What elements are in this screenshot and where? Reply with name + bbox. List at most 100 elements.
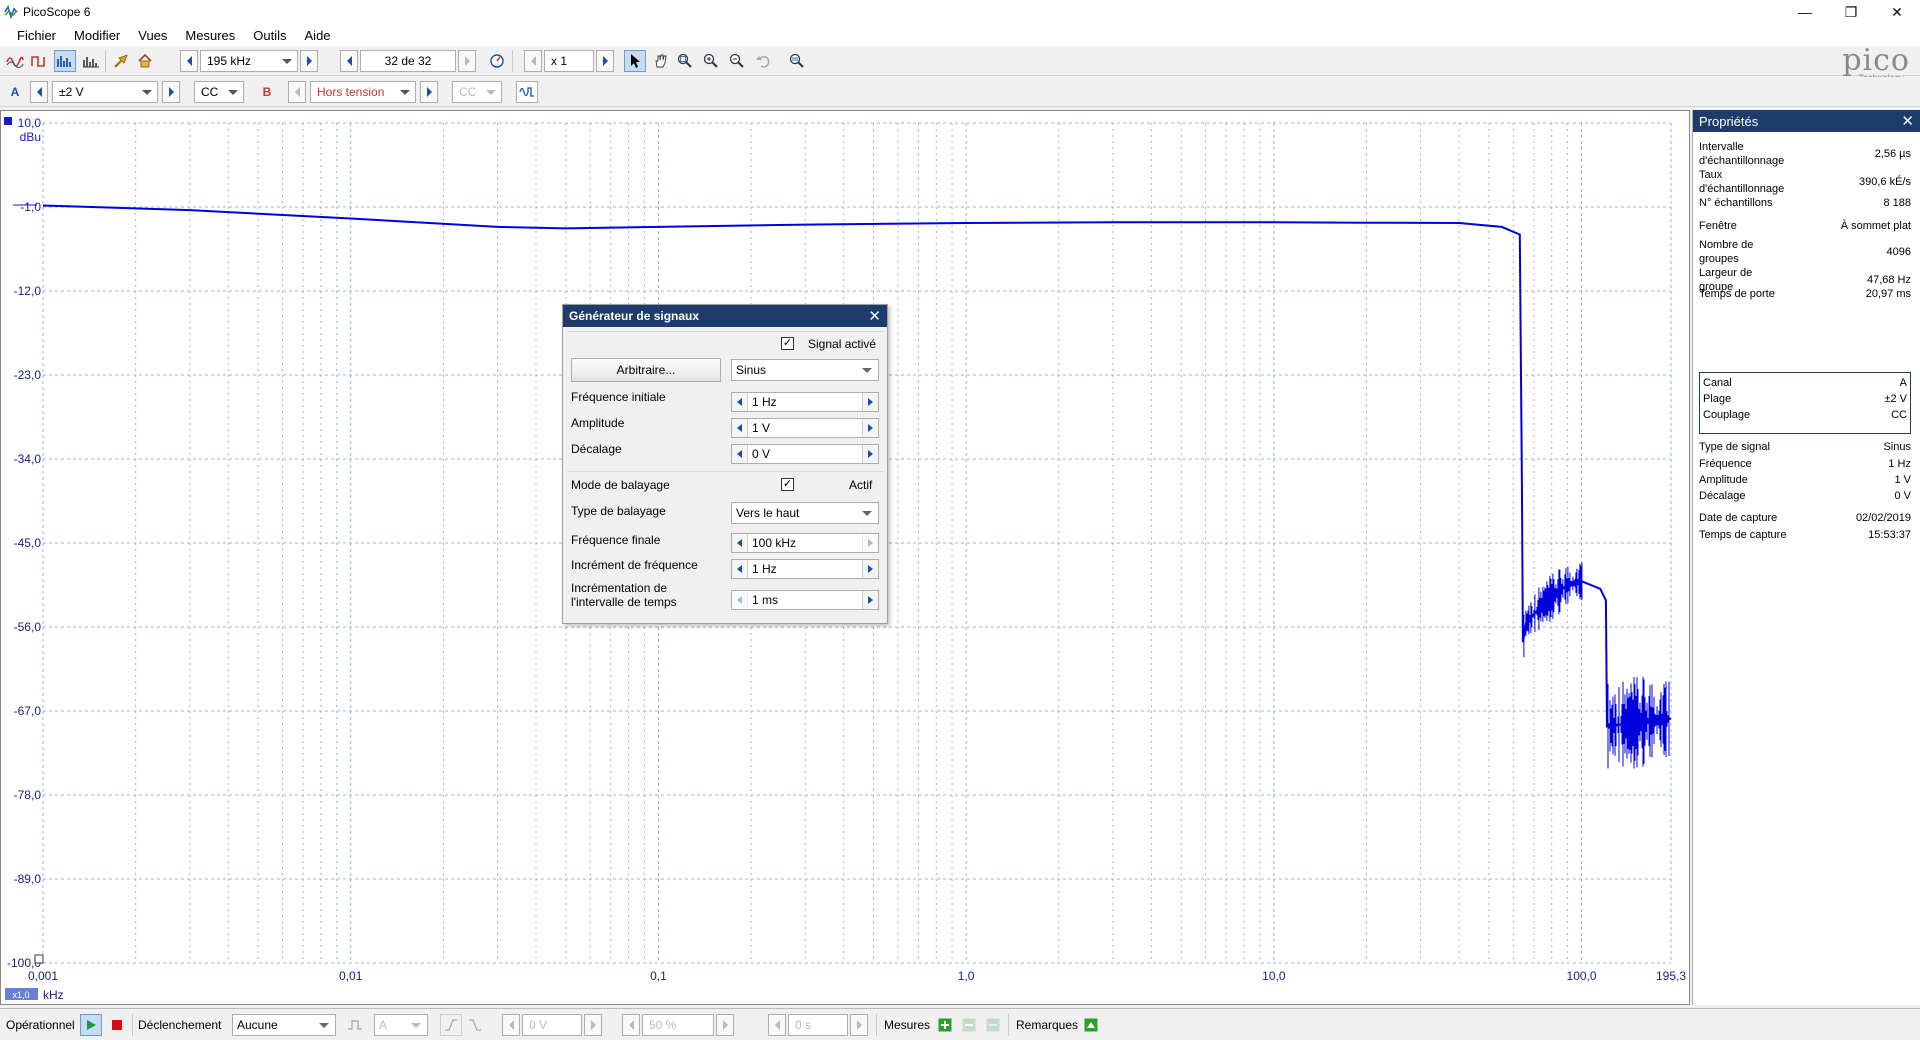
offset-decrease[interactable] [732,445,748,463]
waveform-select[interactable]: Sinus [731,359,879,381]
trigger-level-field[interactable]: 0 V [522,1014,582,1036]
stop-frequency-value: 100 kHz [752,536,797,550]
home-icon[interactable] [134,50,156,72]
timebase-next-button[interactable] [300,50,318,72]
picoscope-app-icon [4,5,18,19]
trigger-mode-select[interactable]: Aucune [232,1014,336,1036]
channel-a-button[interactable]: A [4,81,26,103]
spectrum-view-icon[interactable] [80,50,102,72]
channel-b-coupling-select[interactable]: CC [452,81,502,103]
zoom-overview-icon[interactable] [786,50,808,72]
zoom-out-icon[interactable] [726,50,748,72]
delete-measure-icon[interactable] [982,1014,1004,1036]
buffer-navigator-icon[interactable] [486,50,508,72]
offset-increase[interactable] [862,445,878,463]
scope-mode-icon[interactable] [4,50,26,72]
trigger-delay-decrease[interactable] [768,1014,786,1036]
falling-edge-icon[interactable] [464,1014,486,1036]
signal-generator-close-icon[interactable]: ✕ [868,307,881,325]
signal-generator-icon[interactable] [516,81,538,103]
frequency-increment-input[interactable]: 1 Hz [731,559,879,579]
frequency-increment-decrease[interactable] [732,560,748,578]
menu-outils[interactable]: Outils [244,28,295,43]
channel-b-range-prev[interactable] [288,81,306,103]
amplitude-input[interactable]: 1 V [731,418,879,438]
channel-a-coupling-select[interactable]: CC [194,81,244,103]
channel-b-button[interactable]: B [256,81,278,103]
trigger-pos-decrease[interactable] [622,1014,640,1036]
edit-measure-icon[interactable] [958,1014,980,1036]
start-frequency-decrease[interactable] [732,393,748,411]
advanced-trigger-icon[interactable] [344,1014,366,1036]
zoom-in-icon[interactable] [700,50,722,72]
pointer-tool-icon[interactable] [624,50,646,72]
property-name-line1: Nombre de [1699,239,1754,251]
minimize-button[interactable]: — [1782,0,1828,24]
sweep-active-checkbox[interactable]: ✓ [781,478,794,491]
menu-mesures[interactable]: Mesures [176,28,244,43]
capture-prev-button[interactable] [340,50,358,72]
property-name: Taux d'échantillonnage [1699,168,1819,196]
amplitude-decrease[interactable] [732,419,748,437]
zoom-next-button[interactable] [596,50,614,72]
frequency-increment-increase[interactable] [862,560,878,578]
sweep-type-select[interactable]: Vers le haut [731,502,879,524]
rising-edge-icon[interactable] [440,1014,462,1036]
timebase-value: 195 kHz [207,54,252,68]
run-icon[interactable] [80,1014,102,1036]
time-increment-input[interactable]: 1 ms [731,590,879,610]
timebase-prev-button[interactable] [180,50,198,72]
trigger-delay-increase[interactable] [850,1014,868,1036]
property-name-line1: Taux [1699,169,1723,181]
arbitrary-button[interactable]: Arbitraire... [571,358,721,382]
persistence-mode-icon[interactable] [28,50,50,72]
signal-active-checkbox[interactable]: ✓ [781,337,794,350]
timebase-select[interactable]: 195 kHz [200,50,298,72]
maximize-button[interactable]: ❐ [1828,0,1874,24]
zoom-region-icon[interactable] [674,50,696,72]
channel-b-label: B [262,85,272,99]
properties-close-icon[interactable]: ✕ [1901,112,1914,130]
stop-icon[interactable] [106,1014,128,1036]
channel-b-range-next[interactable] [420,81,438,103]
stop-frequency-input[interactable]: 100 kHz [731,533,879,553]
undo-zoom-icon[interactable] [752,50,774,72]
time-increment-value: 1 ms [752,593,779,607]
menu-aide[interactable]: Aide [296,28,340,43]
channel-a-range-select[interactable]: ±2 V [52,81,158,103]
close-window-button[interactable]: ✕ [1874,0,1920,24]
property-name: Canal [1703,377,1732,389]
trigger-channel-select[interactable]: A [374,1014,428,1036]
zoom-prev-button[interactable] [524,50,542,72]
channel-a-range-next[interactable] [162,81,180,103]
trigger-delay-field[interactable]: 0 s [788,1014,848,1036]
start-frequency-increase[interactable] [862,393,878,411]
start-frequency-input[interactable]: 1 Hz [731,392,879,412]
trigger-pos-increase[interactable] [716,1014,734,1036]
menu-modifier[interactable]: Modifier [65,28,129,43]
zoom-factor-field[interactable]: x 1 [544,50,594,72]
time-increment-decrease[interactable] [732,591,748,609]
add-measure-icon[interactable] [934,1014,956,1036]
time-increment-increase[interactable] [862,591,878,609]
offset-input[interactable]: 0 V [731,444,879,464]
amplitude-increase[interactable] [862,419,878,437]
spectrum-noise-band [1523,562,1583,658]
capture-next-button[interactable] [458,50,476,72]
trigger-level-increase[interactable] [584,1014,602,1036]
channel-a-range-prev[interactable] [30,81,48,103]
trigger-level-decrease[interactable] [502,1014,520,1036]
stop-frequency-decrease[interactable] [732,534,748,552]
menu-vues[interactable]: Vues [129,28,176,43]
offset-label: Décalage [571,442,622,456]
stop-frequency-increase[interactable] [862,534,878,552]
trigger-position-field[interactable]: 50 % [642,1014,714,1036]
capture-counter[interactable]: 32 de 32 [360,50,456,72]
probe-icon[interactable] [110,50,132,72]
menu-fichier[interactable]: Fichier [8,28,65,43]
remarks-toggle-icon[interactable] [1080,1014,1102,1036]
spectrum-mode-icon[interactable] [54,50,76,72]
channel-b-range-select[interactable]: Hors tension [310,81,416,103]
hand-tool-icon[interactable] [650,50,672,72]
property-value: 1 Hz [1888,458,1911,470]
